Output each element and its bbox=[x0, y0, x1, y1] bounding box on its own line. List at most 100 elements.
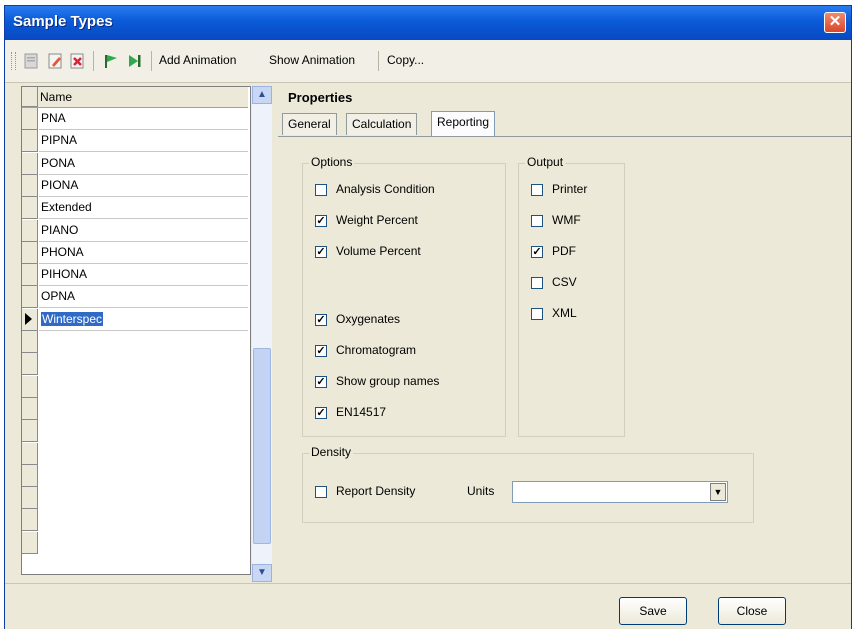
toolbar: Add Animation Show Animation Copy... bbox=[5, 40, 851, 83]
new-icon[interactable] bbox=[23, 53, 40, 69]
grid-scrollbar[interactable]: ▲ ▼ bbox=[252, 86, 272, 582]
units-dropdown[interactable]: ▼ bbox=[512, 481, 728, 503]
close-window-button[interactable]: ✕ bbox=[824, 12, 846, 33]
table-row[interactable]: PIPNA bbox=[39, 130, 248, 152]
row-selector[interactable] bbox=[22, 197, 38, 219]
row-selector[interactable] bbox=[22, 264, 38, 286]
option-checkbox[interactable] bbox=[315, 184, 327, 196]
row-selector[interactable] bbox=[22, 286, 38, 308]
save-button[interactable]: Save bbox=[619, 597, 687, 625]
flag-end-icon[interactable] bbox=[126, 53, 143, 69]
option-label[interactable]: Chromatogram bbox=[336, 343, 416, 357]
row-selector[interactable] bbox=[22, 398, 38, 420]
option-checkbox[interactable]: ✓ bbox=[315, 246, 327, 258]
grid-header: Name bbox=[22, 87, 248, 108]
row-name: PIPNA bbox=[41, 133, 78, 147]
row-selector[interactable] bbox=[22, 509, 38, 531]
table-row[interactable]: PNA bbox=[39, 108, 248, 130]
close-button[interactable]: Close bbox=[718, 597, 786, 625]
option-checkbox[interactable]: ✓ bbox=[315, 314, 327, 326]
row-selector[interactable] bbox=[22, 309, 38, 331]
density-group-label: Density bbox=[309, 445, 354, 459]
sample-types-window: Sample Types ✕ Add Animation Show Animat… bbox=[4, 5, 852, 629]
scroll-up-arrow-icon[interactable]: ▲ bbox=[252, 86, 272, 104]
bottom-bar: Save Close bbox=[5, 583, 851, 629]
row-selector[interactable] bbox=[22, 465, 38, 487]
toolbar-separator bbox=[151, 51, 152, 71]
table-row[interactable]: PIANO bbox=[39, 220, 248, 242]
row-name: PNA bbox=[41, 111, 66, 125]
tab-reporting[interactable]: Reporting bbox=[431, 111, 496, 136]
option-label[interactable]: Analysis Condition bbox=[336, 182, 435, 196]
row-name: Winterspec bbox=[41, 312, 104, 326]
row-name: PONA bbox=[41, 156, 76, 170]
option-label[interactable]: Oxygenates bbox=[336, 312, 400, 326]
table-row[interactable]: PIONA bbox=[39, 175, 248, 197]
edit-icon[interactable] bbox=[47, 53, 64, 69]
window-title: Sample Types bbox=[13, 13, 113, 30]
output-label[interactable]: WMF bbox=[552, 213, 581, 227]
toolbar-separator bbox=[378, 51, 379, 71]
row-selector[interactable] bbox=[22, 331, 38, 353]
option-label[interactable]: Volume Percent bbox=[336, 244, 421, 258]
row-selector[interactable] bbox=[22, 242, 38, 264]
output-label[interactable]: Printer bbox=[552, 182, 587, 196]
table-row[interactable]: Extended bbox=[39, 197, 248, 219]
row-selector[interactable] bbox=[22, 443, 38, 465]
output-label[interactable]: XML bbox=[552, 306, 577, 320]
option-label[interactable]: Show group names bbox=[336, 374, 439, 388]
output-group-label: Output bbox=[525, 155, 566, 169]
add-animation-button[interactable]: Add Animation bbox=[159, 53, 236, 67]
name-column-header[interactable]: Name bbox=[40, 90, 72, 104]
output-checkbox[interactable] bbox=[531, 308, 543, 320]
output-checkbox[interactable]: ✓ bbox=[531, 246, 543, 258]
output-checkbox[interactable] bbox=[531, 215, 543, 227]
row-selector[interactable] bbox=[22, 353, 38, 375]
option-checkbox[interactable]: ✓ bbox=[315, 407, 327, 419]
row-selector[interactable] bbox=[22, 130, 38, 152]
output-checkbox[interactable] bbox=[531, 277, 543, 289]
table-row[interactable]: OPNA bbox=[39, 286, 248, 308]
option-label[interactable]: EN14517 bbox=[336, 405, 386, 419]
title-bar[interactable]: Sample Types ✕ bbox=[5, 6, 851, 40]
show-animation-button[interactable]: Show Animation bbox=[269, 53, 355, 67]
header-corner bbox=[22, 87, 38, 107]
chevron-down-icon[interactable]: ▼ bbox=[710, 483, 726, 501]
properties-panel: Properties General Calculation Reporting… bbox=[276, 86, 851, 583]
row-name: Extended bbox=[41, 200, 92, 214]
report-density-label[interactable]: Report Density bbox=[336, 484, 415, 498]
row-selector[interactable] bbox=[22, 487, 38, 509]
output-label[interactable]: PDF bbox=[552, 244, 576, 258]
toolbar-separator bbox=[93, 51, 94, 71]
toolbar-grip[interactable] bbox=[11, 52, 16, 70]
report-density-checkbox[interactable] bbox=[315, 486, 327, 498]
delete-icon[interactable] bbox=[69, 53, 86, 69]
row-selector[interactable] bbox=[22, 153, 38, 175]
copy-button[interactable]: Copy... bbox=[387, 53, 424, 67]
row-selector[interactable] bbox=[22, 175, 38, 197]
row-name: OPNA bbox=[41, 289, 76, 303]
option-checkbox[interactable]: ✓ bbox=[315, 345, 327, 357]
row-selector[interactable] bbox=[22, 220, 38, 242]
table-row[interactable]: PHONA bbox=[39, 242, 248, 264]
table-row[interactable]: Winterspec bbox=[39, 309, 248, 331]
row-selector[interactable] bbox=[22, 108, 38, 130]
row-selector[interactable] bbox=[22, 420, 38, 442]
option-checkbox[interactable]: ✓ bbox=[315, 376, 327, 388]
option-label[interactable]: Weight Percent bbox=[336, 213, 418, 227]
output-label[interactable]: CSV bbox=[552, 275, 577, 289]
sample-types-grid: Name PNA PIPNA PONA PIONA Extended PIANO PHONA… bbox=[21, 86, 251, 575]
density-group: Density Report Density Units ▼ bbox=[302, 445, 754, 523]
options-group-label: Options bbox=[309, 155, 355, 169]
row-selector[interactable] bbox=[22, 376, 38, 398]
row-selector[interactable] bbox=[22, 532, 38, 554]
tab-general[interactable]: General bbox=[282, 113, 337, 135]
table-row[interactable]: PIHONA bbox=[39, 264, 248, 286]
flag-start-icon[interactable] bbox=[102, 53, 119, 69]
scroll-down-arrow-icon[interactable]: ▼ bbox=[252, 564, 272, 582]
tab-calculation[interactable]: Calculation bbox=[346, 113, 418, 135]
table-row[interactable]: PONA bbox=[39, 153, 248, 175]
option-checkbox[interactable]: ✓ bbox=[315, 215, 327, 227]
output-checkbox[interactable] bbox=[531, 184, 543, 196]
scroll-thumb[interactable] bbox=[253, 348, 271, 544]
